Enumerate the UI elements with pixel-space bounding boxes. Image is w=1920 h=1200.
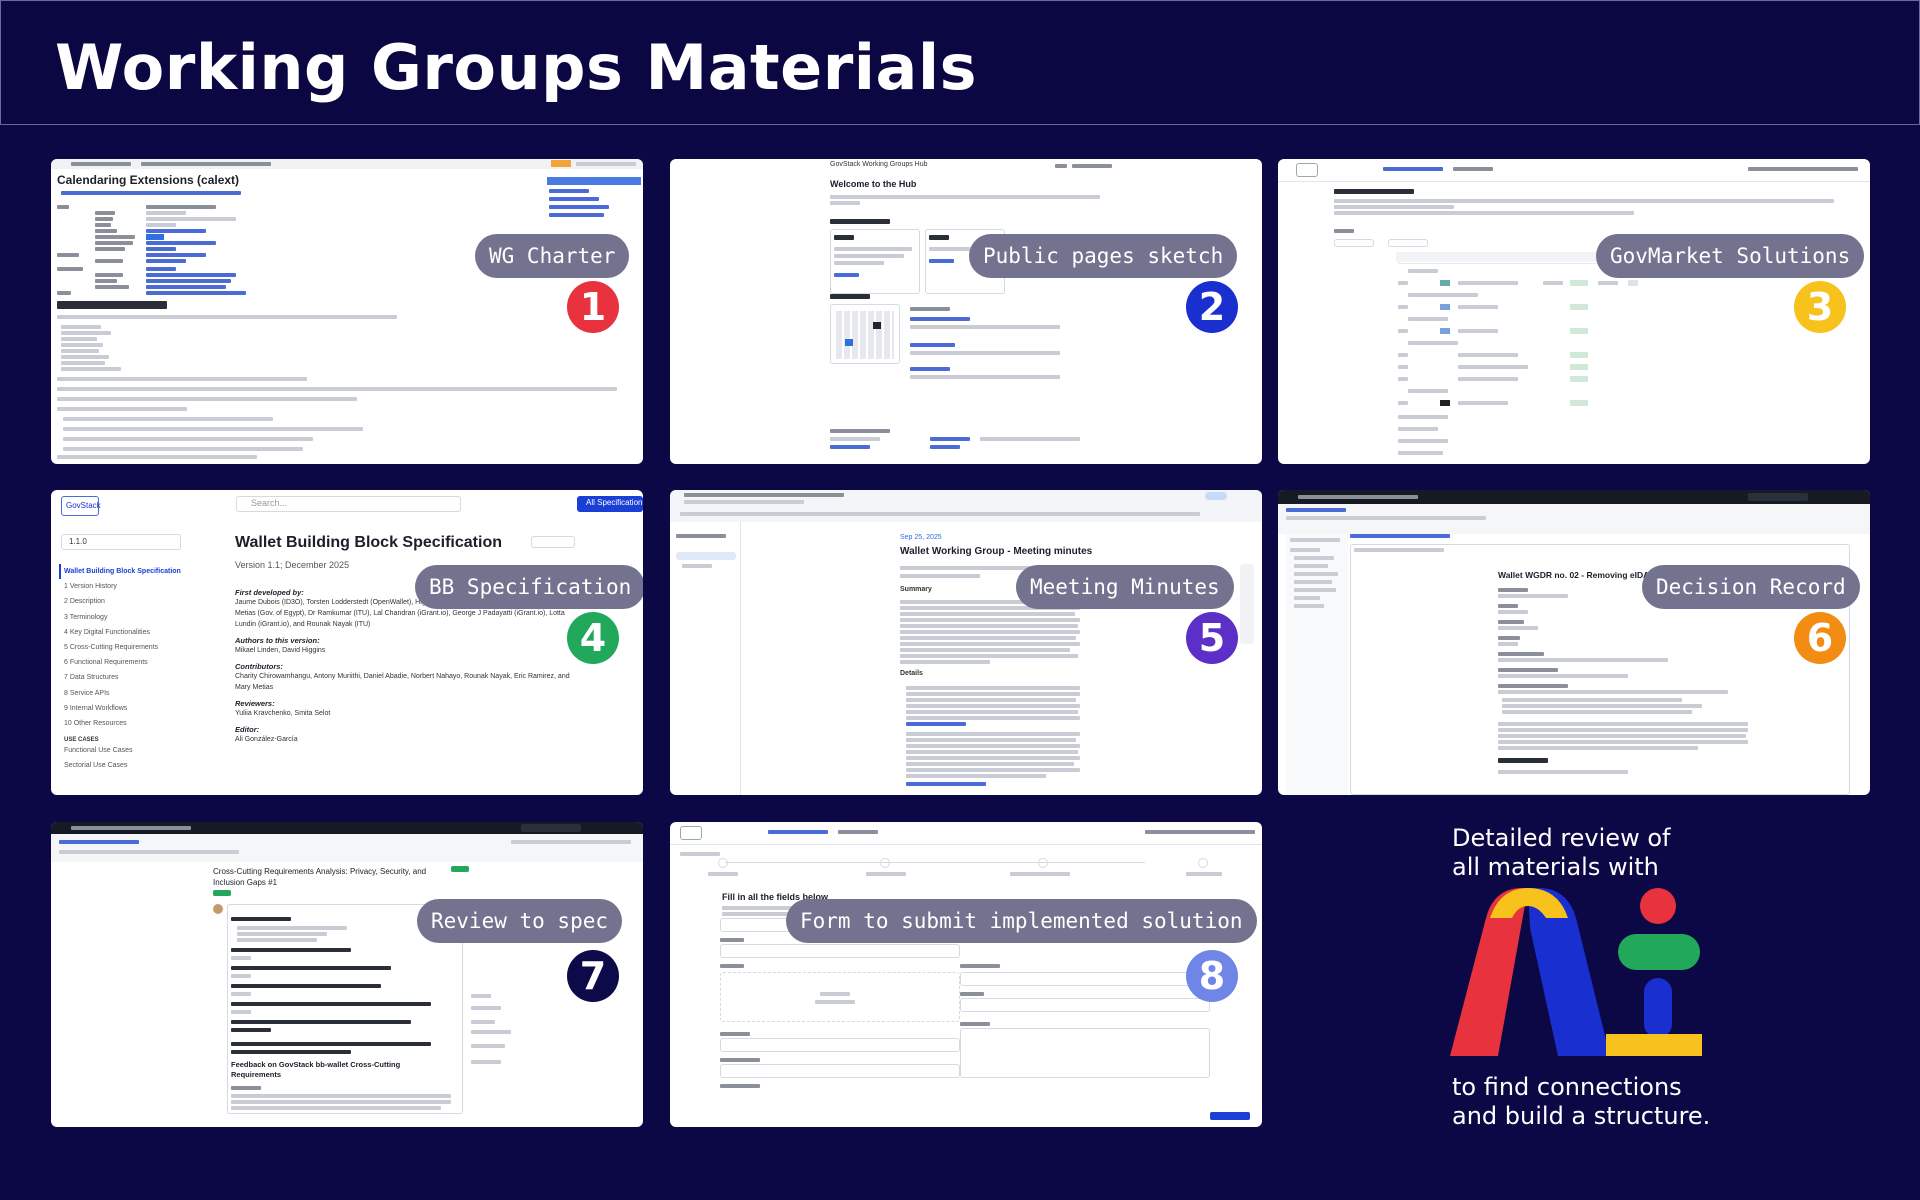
ai-logo-a-right-leg [1528, 888, 1610, 1056]
spec-nav-item[interactable]: 1 Version History [59, 579, 199, 594]
spec-nav-item[interactable]: 6 Functional Requirements [59, 655, 199, 670]
ai-top-text-line-1: Detailed review of [1452, 824, 1671, 852]
ai-logo-i-dot [1640, 888, 1676, 924]
spec-section-heading: Contributors: [235, 662, 283, 671]
card-wg-charter[interactable]: Calendaring Extensions (calext) WG Chart… [51, 159, 643, 464]
card-number-badge: 7 [567, 950, 619, 1002]
shot-title: Wallet Working Group - Meeting minutes [900, 546, 1093, 557]
card-govmarket-solutions[interactable]: GovMarket Solutions 3 [1278, 159, 1870, 464]
card-label: Form to submit implemented solution [786, 899, 1257, 943]
card-number-badge: 8 [1186, 950, 1238, 1002]
card-label: Public pages sketch [969, 234, 1238, 278]
card-number-badge: 5 [1186, 612, 1238, 664]
spec-nav-item[interactable]: 10 Other Resources [59, 716, 199, 731]
ai-bottom-text-line-1: to find connections [1452, 1073, 1682, 1101]
spec-section-heading: Authors to this version: [235, 636, 320, 645]
screenshot-form: Fill in all the fields below [670, 822, 1262, 1127]
screenshot-govmarket [1278, 159, 1870, 464]
shot-title: Wallet Building Block Specification [235, 534, 502, 551]
shot-title: Cross-Cutting Requirements Analysis: Pri… [213, 867, 427, 887]
shot-button: All Specifications [586, 498, 643, 507]
shot-version: 1.1.0 [69, 537, 87, 546]
spec-section-body: Mikael Linden, David Higgins [235, 647, 326, 654]
card-number-badge: 2 [1186, 281, 1238, 333]
screenshot-review-to-spec: Cross-Cutting Requirements Analysis: Pri… [51, 822, 643, 1127]
shot-title: Calendaring Extensions (calext) [57, 173, 240, 187]
shot-h-summary: Summary [900, 586, 932, 593]
shot-search: Search... [251, 498, 288, 508]
ai-top-text-line-2: all materials with [1452, 853, 1659, 881]
ai-logo-i-stem [1644, 978, 1672, 1038]
spec-nav-item[interactable]: 4 Key Digital Functionalities [59, 625, 199, 640]
shot-header: GovStack Working Groups Hub [830, 161, 928, 168]
spec-nav-item[interactable]: 7 Data Structures [59, 670, 199, 685]
screenshot-bb-spec: GovStack Search... All Specifications 1.… [51, 490, 643, 795]
ai-logo-i-bar [1618, 934, 1700, 970]
card-number-badge: 3 [1794, 281, 1846, 333]
shot-date: Sep 25, 2025 [900, 534, 942, 541]
card-label: BB Specification [415, 565, 643, 609]
card-label: Review to spec [417, 899, 623, 943]
card-number-badge: 4 [567, 612, 619, 664]
screenshot-public-pages: GovStack Working Groups Hub Welcome to t… [670, 159, 1262, 464]
shot-h-details: Details [900, 670, 923, 677]
card-number-badge: 1 [567, 281, 619, 333]
card-decision-record[interactable]: Wallet WGDR no. 02 - Removing eIDAS as a… [1278, 490, 1870, 795]
card-label: WG Charter [475, 234, 630, 278]
spec-nav-item[interactable]: 8 Service APIs [59, 686, 199, 701]
spec-section-body: Yuliia Kravchenko, Smita Selot [235, 710, 331, 717]
spec-nav-item[interactable]: Wallet Building Block Specification [59, 564, 199, 580]
card-form-submit-solution[interactable]: Fill in all the fields below Form to sub… [670, 822, 1262, 1127]
card-label: Decision Record [1642, 565, 1860, 609]
ai-bottom-text: to find connections and build a structur… [1452, 1073, 1710, 1131]
screenshot-meeting-minutes: Sep 25, 2025 Wallet Working Group - Meet… [670, 490, 1262, 795]
ai-logo-icon [1450, 888, 1702, 1056]
spec-nav-use-case[interactable]: Sectorial Use Cases [59, 758, 199, 773]
spec-section-body: Ali González-García [235, 736, 298, 743]
card-label: Meeting Minutes [1016, 565, 1234, 609]
spec-section-body: Charity Chirowamhangu, Antony Muriithi, … [235, 673, 570, 691]
shot-subtitle: Version 1.1; December 2025 [235, 560, 350, 570]
page-title: Working Groups Materials [55, 31, 978, 104]
screenshot-decision-record: Wallet WGDR no. 02 - Removing eIDAS as a… [1278, 490, 1870, 795]
card-review-to-spec[interactable]: Cross-Cutting Requirements Analysis: Pri… [51, 822, 643, 1127]
ai-logo-a-left-leg [1450, 888, 1528, 1056]
card-public-pages-sketch[interactable]: GovStack Working Groups Hub Welcome to t… [670, 159, 1262, 464]
spec-nav-item[interactable]: 9 Internal Workflows [59, 701, 199, 716]
spec-section-heading: Reviewers: [235, 699, 275, 708]
card-number-badge: 6 [1794, 612, 1846, 664]
spec-nav-item[interactable]: 2 Description [59, 594, 199, 609]
screenshot-wg-charter: Calendaring Extensions (calext) [51, 159, 643, 464]
ai-top-text: Detailed review of all materials with [1452, 824, 1670, 882]
card-label: GovMarket Solutions [1596, 234, 1865, 278]
shot-title: Welcome to the Hub [830, 179, 917, 189]
card-bb-specification[interactable]: GovStack Search... All Specifications 1.… [51, 490, 643, 795]
spec-nav-item[interactable]: 5 Cross-Cutting Requirements [59, 640, 199, 655]
ai-logo-i-base [1606, 1034, 1702, 1056]
ai-bottom-text-line-2: and build a structure. [1452, 1102, 1711, 1130]
spec-nav-item[interactable]: 3 Terminology [59, 610, 199, 625]
page-header: Working Groups Materials [0, 0, 1920, 125]
spec-section-heading: Editor: [235, 725, 260, 734]
card-meeting-minutes[interactable]: Sep 25, 2025 Wallet Working Group - Meet… [670, 490, 1262, 795]
shot-h2: Feedback on GovStack bb-wallet Cross-Cut… [231, 1060, 401, 1079]
spec-nav-use-case[interactable]: Functional Use Cases [59, 743, 199, 758]
